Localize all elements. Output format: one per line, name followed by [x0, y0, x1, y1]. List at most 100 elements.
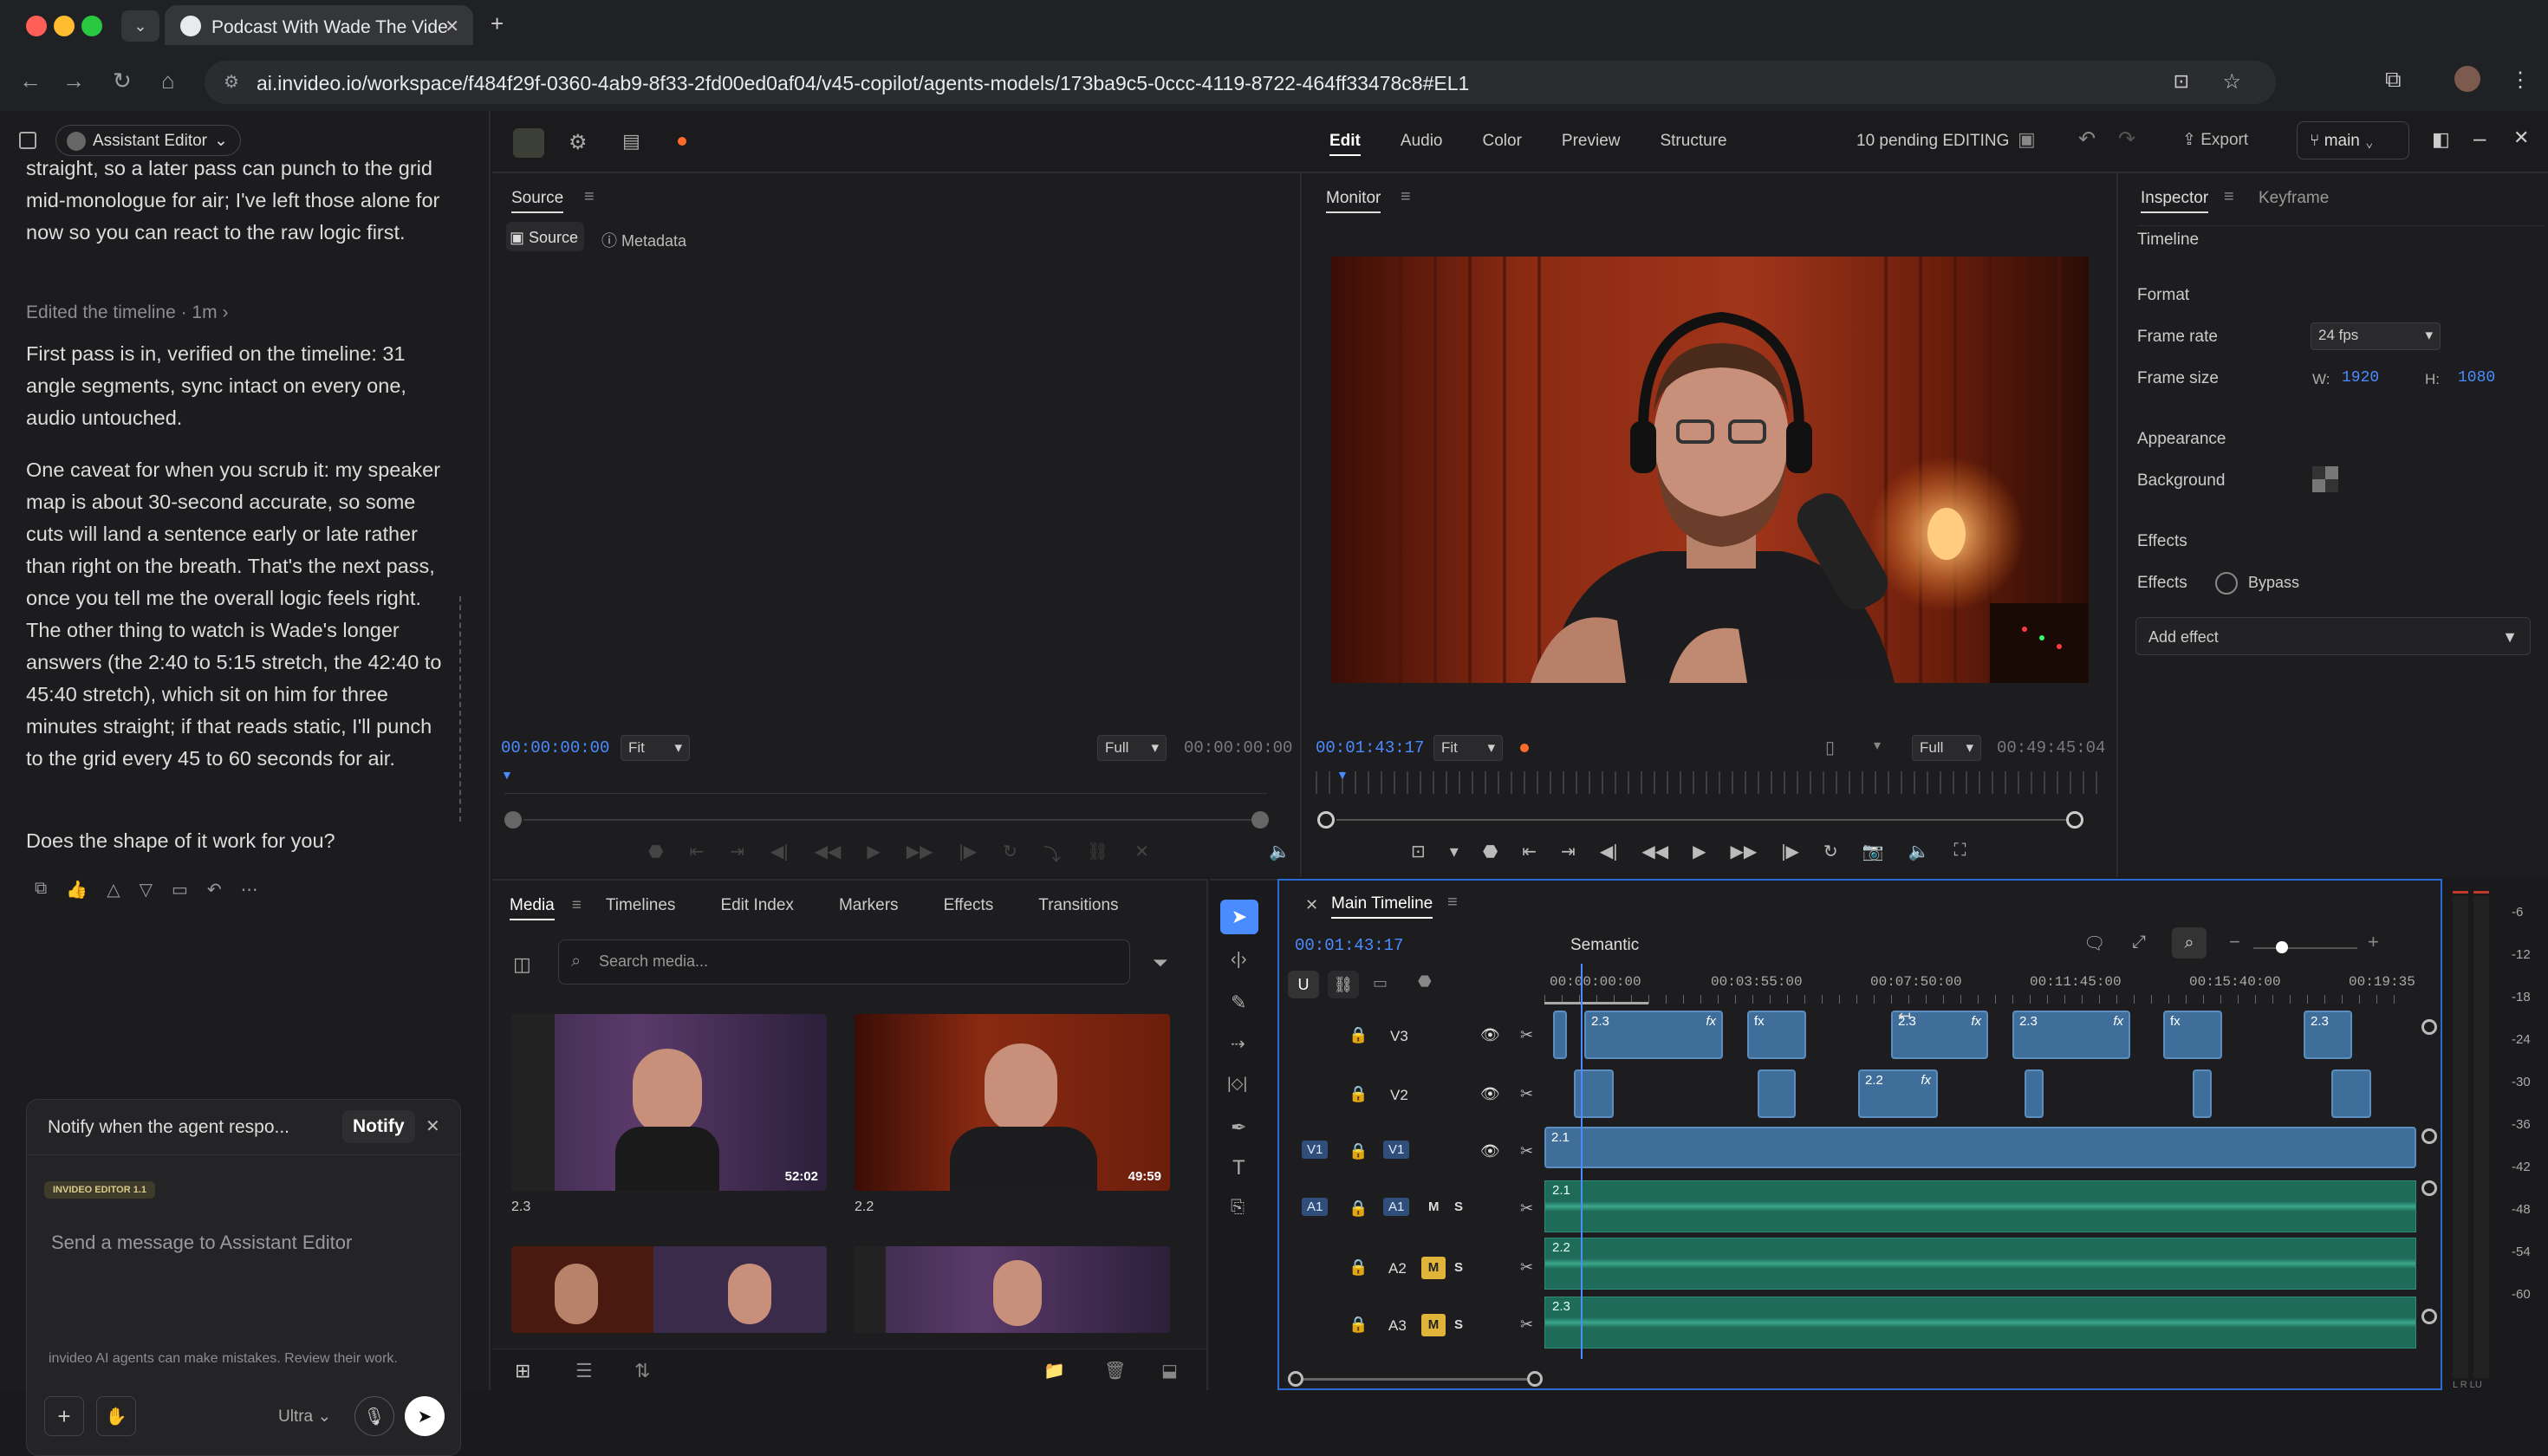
undo-action-icon[interactable]: ↶ — [2078, 127, 2096, 152]
fx-tools-icon[interactable]: ✂ — [1520, 1316, 1533, 1334]
go-to-out-icon[interactable]: ⇥ — [1561, 841, 1576, 862]
monitor-scrub-bar[interactable] — [1316, 771, 2101, 794]
fullscreen-icon[interactable]: ⛶ — [1953, 841, 1966, 862]
clip[interactable]: 2.3 fx — [1584, 1011, 1723, 1059]
source-full-select[interactable]: Full ▾ — [1097, 735, 1167, 761]
h-scroll-bar[interactable] — [1303, 1378, 1527, 1381]
timeline-mode[interactable]: Semantic — [1570, 936, 1639, 955]
address-bar[interactable]: ⚙ ai.invideo.io/workspace/f484f29f-0360-… — [205, 61, 2276, 104]
attach-plus-icon[interactable]: + — [44, 1396, 84, 1436]
site-info-icon[interactable]: ⚙ — [224, 71, 239, 93]
tab-preview[interactable]: Preview — [1562, 132, 1621, 156]
tab-search-icon[interactable]: ⌄ — [121, 10, 159, 42]
monitor-volume-icon[interactable]: 🔈 — [1908, 841, 1930, 862]
step-back-icon[interactable]: ◀| — [770, 841, 789, 866]
zoom-slider-handle[interactable] — [2276, 941, 2288, 953]
track-name-v1[interactable]: V1 — [1383, 1141, 1410, 1159]
track-scroll-handle[interactable] — [2421, 1019, 2437, 1035]
fx-tools-icon[interactable]: ✂ — [1520, 1199, 1533, 1218]
tab-keyframe[interactable]: Keyframe — [2259, 189, 2329, 208]
more-icon[interactable]: ⋯ — [241, 879, 258, 900]
zoom-fit-icon[interactable]: ⤢ — [2132, 933, 2146, 952]
tab-close-icon[interactable]: ✕ — [445, 16, 459, 37]
model-selector[interactable]: Ultra ⌄ — [278, 1407, 331, 1427]
clip[interactable] — [2193, 1069, 2212, 1118]
solo-button[interactable]: S — [1454, 1199, 1463, 1214]
go-in-icon[interactable]: ⇤ — [689, 841, 704, 866]
home-icon[interactable]: ⌂ — [161, 68, 175, 94]
timeline-tracks-area[interactable]: 2.3 fx fx 2.3 fx 2.3 fx fx 2.3 ↤ 2.2 fx … — [1544, 964, 2416, 1359]
select-tool-icon[interactable]: ➤ — [1220, 900, 1258, 934]
close-clip-icon[interactable]: ✕ — [1134, 841, 1149, 866]
trim-tool-icon[interactable]: ‹|› — [1231, 950, 1247, 970]
close-window-icon[interactable] — [26, 16, 47, 36]
message-input[interactable]: Send a message to Assistant Editor — [51, 1232, 352, 1254]
timeline-menu-icon[interactable]: ≡ — [1447, 893, 1458, 913]
import-icon[interactable]: ⬓ — [1161, 1360, 1178, 1381]
eye-icon[interactable]: 👁 — [1480, 1085, 1500, 1103]
thumbs-up-multi-icon[interactable]: 👍 — [66, 879, 88, 900]
razor-tool-icon[interactable]: ✎ — [1231, 991, 1246, 1014]
track-scroll-handle[interactable] — [2421, 1128, 2437, 1144]
add-effect-select[interactable]: Add effect ▼ — [2135, 617, 2531, 655]
tab-timelines[interactable]: Timelines — [606, 896, 676, 920]
media-item[interactable] — [511, 1246, 827, 1333]
monitor-play-icon[interactable]: ▶ — [1693, 841, 1706, 862]
subtab-source[interactable]: ▣ Source — [510, 229, 578, 247]
fx-tools-icon[interactable]: ✂ — [1520, 1142, 1533, 1160]
monitor-fit-select[interactable]: Fit ▾ — [1433, 735, 1503, 761]
monitor-out-handle[interactable] — [2066, 811, 2083, 829]
media-item[interactable]: 49:59 — [855, 1014, 1170, 1191]
slip-tool-icon[interactable]: ⇢ — [1231, 1033, 1245, 1055]
tab-edit-index[interactable]: Edit Index — [720, 896, 794, 920]
work-area-bar[interactable] — [1544, 1002, 1648, 1004]
clip[interactable] — [2025, 1069, 2044, 1118]
split-view-icon[interactable]: ◧ — [2432, 128, 2450, 151]
safe-area-icon[interactable]: ⊡ — [1411, 841, 1426, 862]
tab-edit[interactable]: Edit — [1329, 132, 1361, 156]
monitor-playhead-icon[interactable]: ▼ — [1336, 768, 1349, 782]
playhead[interactable] — [1581, 964, 1583, 1359]
briefcase-icon[interactable]: ▤ — [622, 130, 640, 153]
link-icon[interactable]: ⛓ — [1087, 841, 1108, 866]
loop-icon[interactable]: ↻ — [1003, 841, 1017, 866]
zoom-slider-track[interactable] — [2253, 947, 2357, 949]
rewind-icon[interactable]: ◀◀ — [815, 841, 842, 866]
notify-button[interactable]: Notify — [342, 1110, 415, 1143]
hand-tool-icon[interactable]: ⎘ — [1231, 1198, 1245, 1218]
thumbs-up-icon[interactable]: △ — [107, 879, 120, 900]
comment-timeline-icon[interactable]: 🗨 — [2083, 933, 2105, 954]
linked-selection-icon[interactable]: ⛓ — [1328, 971, 1359, 998]
lock-icon[interactable]: 🔒 — [1349, 1199, 1368, 1218]
track-name-a1[interactable]: A1 — [1383, 1198, 1410, 1216]
browser-tab[interactable]: Podcast With Wade The Vide ✕ — [165, 5, 473, 45]
add-marker-icon[interactable]: ⬣ — [1483, 841, 1498, 862]
lock-icon[interactable]: 🔒 — [1349, 1085, 1368, 1103]
source-patch-v1[interactable]: V1 — [1302, 1141, 1329, 1159]
maximize-window-icon[interactable] — [81, 16, 102, 36]
clip[interactable] — [2331, 1069, 2371, 1118]
sidebar-toggle-icon[interactable] — [19, 132, 36, 149]
copy-icon[interactable]: ⧉ — [35, 879, 47, 900]
branch-selector[interactable]: ⑂ main ⌄ — [2297, 121, 2409, 159]
send-icon[interactable]: ➤ — [405, 1396, 445, 1436]
insert-icon[interactable]: ⤵ — [1043, 841, 1061, 866]
track-scroll-handle[interactable] — [2421, 1180, 2437, 1196]
monitor-rewind-icon[interactable]: ◀◀ — [1641, 841, 1668, 862]
monitor-menu-icon[interactable]: ≡ — [1401, 187, 1411, 207]
next-frame-icon[interactable]: |▶ — [1781, 841, 1799, 862]
tab-structure[interactable]: Structure — [1660, 132, 1726, 156]
pending-edits[interactable]: 10 pending EDITING — [1856, 132, 2009, 151]
eye-icon[interactable]: 👁 — [1480, 1142, 1500, 1160]
settings-icon[interactable]: ⚙ — [569, 130, 588, 155]
solo-button[interactable]: S — [1454, 1317, 1463, 1332]
h-scroll-end-handle[interactable] — [1527, 1371, 1543, 1387]
lock-icon[interactable]: 🔒 — [1349, 1026, 1368, 1044]
monitor-dropdown-icon[interactable]: ▾ — [1874, 737, 1881, 754]
source-patch-a1[interactable]: A1 — [1302, 1198, 1329, 1216]
background-swatch[interactable] — [2312, 466, 2338, 492]
monitor-ff-icon[interactable]: ▶▶ — [1731, 841, 1758, 862]
trash-icon[interactable]: 🗑 — [1104, 1360, 1126, 1381]
close-timeline-icon[interactable]: ✕ — [1305, 896, 1318, 914]
media-menu-icon[interactable]: ≡ — [572, 896, 582, 920]
